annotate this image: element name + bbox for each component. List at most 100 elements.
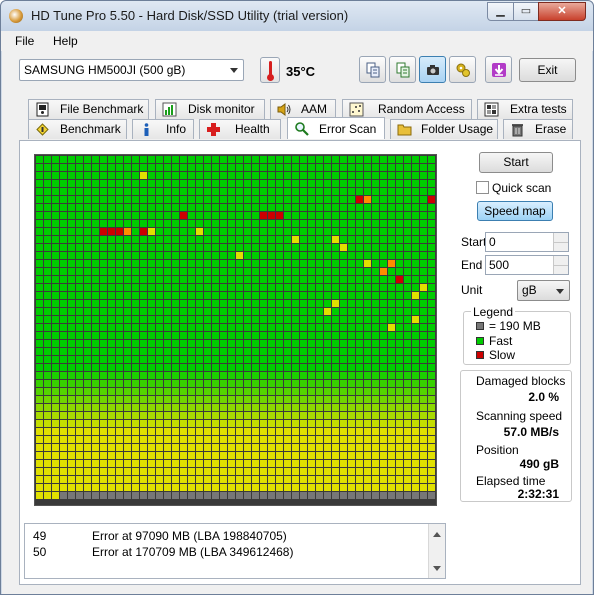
- tab-extra-tests[interactable]: Extra tests: [477, 99, 573, 119]
- start-button[interactable]: Start: [479, 152, 553, 173]
- spin-up-icon[interactable]: [553, 256, 568, 265]
- exit-button[interactable]: Exit: [519, 58, 576, 82]
- scan-block: [124, 484, 131, 491]
- scan-block: [60, 420, 67, 427]
- spin-up-icon[interactable]: [553, 233, 568, 242]
- maximize-button[interactable]: ▭: [513, 2, 539, 21]
- scan-block: [284, 316, 291, 323]
- tab-folder-usage[interactable]: Folder Usage: [390, 119, 498, 139]
- scan-block: [372, 172, 379, 179]
- scan-block: [164, 364, 171, 371]
- scroll-down-icon[interactable]: [433, 566, 441, 571]
- speed-map-button[interactable]: Speed map: [477, 201, 553, 221]
- spin-down-icon[interactable]: [553, 242, 568, 251]
- tab-disk-monitor[interactable]: Disk monitor: [155, 99, 265, 119]
- scan-block: [220, 492, 227, 499]
- scan-block: [212, 180, 219, 187]
- scan-block: [180, 308, 187, 315]
- scan-block: [380, 364, 387, 371]
- scan-block: [92, 380, 99, 387]
- scan-block: [172, 484, 179, 491]
- scan-block: [276, 412, 283, 419]
- scan-block: [172, 460, 179, 467]
- scan-block: [268, 164, 275, 171]
- scan-block: [268, 420, 275, 427]
- scan-block: [156, 180, 163, 187]
- scan-block: [212, 380, 219, 387]
- scan-block: [332, 284, 339, 291]
- scan-block: [124, 388, 131, 395]
- start-input[interactable]: 0: [485, 232, 569, 252]
- scan-block: [372, 444, 379, 451]
- scan-block: [204, 380, 211, 387]
- scan-block: [428, 244, 435, 251]
- scan-block: [100, 412, 107, 419]
- scan-block: [364, 308, 371, 315]
- scan-block: [132, 244, 139, 251]
- scan-block: [356, 268, 363, 275]
- unit-select[interactable]: gB: [517, 280, 570, 301]
- scan-block: [180, 420, 187, 427]
- scan-block: [364, 484, 371, 491]
- tab-random-access[interactable]: Random Access: [342, 99, 472, 119]
- scan-block: [92, 212, 99, 219]
- scan-block: [380, 156, 387, 163]
- quick-scan-checkbox[interactable]: [476, 181, 489, 194]
- scan-block: [404, 396, 411, 403]
- end-input[interactable]: 500: [485, 255, 569, 275]
- scan-block: [292, 324, 299, 331]
- scan-block: [244, 196, 251, 203]
- scan-block: [404, 444, 411, 451]
- screenshot-button[interactable]: [419, 56, 446, 83]
- scan-block: [156, 316, 163, 323]
- tab-info[interactable]: Info: [132, 119, 194, 139]
- minimize-button[interactable]: ▁: [487, 2, 514, 21]
- close-button[interactable]: ✕: [538, 2, 586, 21]
- error-log[interactable]: 49 Error at 97090 MB (LBA 198840705) 50 …: [24, 523, 446, 579]
- scan-block: [52, 316, 59, 323]
- tab-health[interactable]: Health: [199, 119, 281, 139]
- scroll-up-icon[interactable]: [433, 532, 441, 537]
- tab-error-scan[interactable]: Error Scan: [287, 117, 385, 139]
- scan-block: [92, 468, 99, 475]
- tab-benchmark[interactable]: Benchmark: [28, 119, 127, 139]
- scan-block: [380, 484, 387, 491]
- scan-block: [172, 340, 179, 347]
- scan-block: [316, 492, 323, 499]
- log-scrollbar[interactable]: [428, 524, 445, 578]
- scan-block: [92, 444, 99, 451]
- scan-block: [92, 356, 99, 363]
- menu-file[interactable]: File: [15, 34, 34, 48]
- scan-block: [124, 284, 131, 291]
- save-button[interactable]: [485, 56, 512, 83]
- scan-block: [76, 220, 83, 227]
- scan-block: [348, 420, 355, 427]
- tab-file-benchmark[interactable]: File Benchmark: [28, 99, 149, 119]
- scan-block: [164, 444, 171, 451]
- scan-block: [116, 244, 123, 251]
- scan-block: [188, 388, 195, 395]
- options-button[interactable]: [449, 56, 476, 83]
- scan-block: [100, 324, 107, 331]
- tab-aam[interactable]: AAM: [270, 99, 336, 119]
- scan-block: [300, 180, 307, 187]
- copy-info-button[interactable]: [359, 56, 386, 83]
- scan-block: [332, 380, 339, 387]
- scan-block: [60, 220, 67, 227]
- scan-block: [404, 324, 411, 331]
- menu-help[interactable]: Help: [53, 34, 78, 48]
- copy-all-button[interactable]: [389, 56, 416, 83]
- scan-block: [84, 204, 91, 211]
- scan-block: [124, 380, 131, 387]
- tab-erase[interactable]: Erase: [503, 119, 573, 139]
- scan-block: [260, 388, 267, 395]
- scan-block: [164, 188, 171, 195]
- scan-block: [244, 292, 251, 299]
- scan-block: [332, 308, 339, 315]
- scan-block: [316, 460, 323, 467]
- drive-select[interactable]: SAMSUNG HM500JI (500 gB): [19, 59, 244, 81]
- scan-block: [132, 156, 139, 163]
- scan-block: [164, 372, 171, 379]
- spin-down-icon[interactable]: [553, 265, 568, 274]
- scan-block: [220, 244, 227, 251]
